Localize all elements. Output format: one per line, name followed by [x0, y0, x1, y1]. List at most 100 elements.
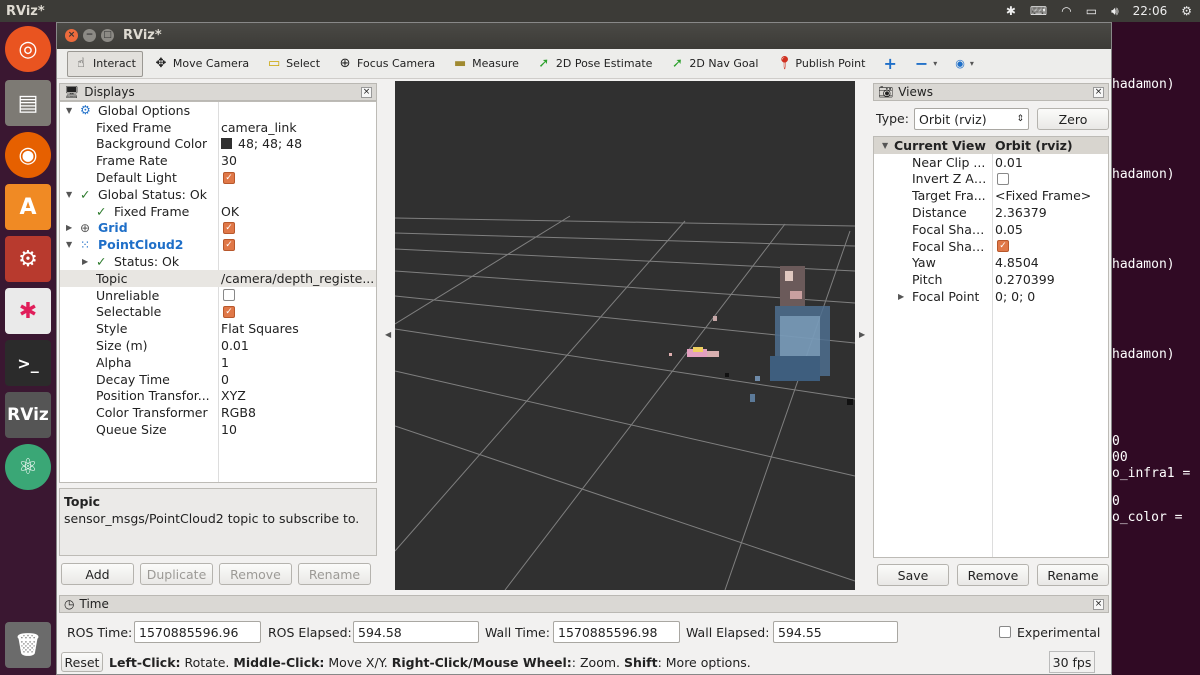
ros-time-field[interactable]: 1570885596.96: [134, 621, 261, 643]
view-eye-icon[interactable]: ◉ ▾: [948, 51, 981, 77]
display-row[interactable]: Decay Time 0: [60, 371, 376, 388]
collapse-left-icon[interactable]: ◀: [385, 330, 391, 339]
display-row[interactable]: Topic/camera/depth_registe...: [60, 269, 376, 287]
close-panel-icon[interactable]: ×: [1093, 86, 1104, 98]
view-property-row[interactable]: Focal Shap... 0.05: [874, 221, 1108, 238]
terminal-icon[interactable]: >_: [5, 340, 51, 386]
property-checkbox[interactable]: ✓: [997, 240, 1009, 253]
minimize-window-icon[interactable]: −: [83, 29, 96, 42]
display-row[interactable]: Color Transformer RGB8: [60, 404, 376, 421]
view-property-row[interactable]: Target Fra... <Fixed Frame>: [874, 187, 1108, 204]
display-row[interactable]: Position Transfor... XYZ: [60, 388, 376, 405]
wall-time-field[interactable]: 1570885596.98: [553, 621, 680, 643]
expand-icon[interactable]: ▼: [66, 190, 72, 199]
remove-tool-minus-icon[interactable]: − ▾: [908, 51, 944, 77]
display-row[interactable]: ▼ ⁙ PointCloud2 ✓: [60, 236, 376, 253]
atom-icon[interactable]: ⚛: [5, 444, 51, 490]
display-row[interactable]: ▶ ⊕ Grid ✓: [60, 220, 376, 237]
volume-icon[interactable]: 🔊︎: [1111, 4, 1119, 19]
view-property-row[interactable]: Distance 2.36379: [874, 204, 1108, 221]
clock[interactable]: 22:06: [1133, 4, 1168, 18]
close-panel-icon[interactable]: ×: [1093, 598, 1104, 610]
power-gear-icon[interactable]: ⚙: [1181, 4, 1192, 18]
remove-display-button[interactable]: Remove: [219, 563, 292, 585]
display-row[interactable]: Fixed Frame camera_link: [60, 119, 376, 136]
reset-button[interactable]: Reset: [61, 652, 103, 672]
display-row[interactable]: ✓ Fixed Frame OK: [60, 203, 376, 220]
pose-estimate-tool[interactable]: ➚ 2D Pose Estimate: [530, 51, 660, 77]
nav-goal-tool[interactable]: ➚ 2D Nav Goal: [663, 51, 765, 77]
enabled-checkbox[interactable]: ✓: [223, 221, 235, 234]
measure-tool[interactable]: ▬ Measure: [446, 51, 526, 77]
focus-camera-tool[interactable]: ⊕ Focus Camera: [331, 51, 442, 77]
wifi-icon[interactable]: ◠: [1061, 4, 1071, 18]
display-row[interactable]: Unreliable: [60, 287, 376, 304]
rviz-icon[interactable]: RViz: [5, 392, 51, 438]
zero-button[interactable]: Zero: [1037, 108, 1109, 130]
wall-elapsed-field[interactable]: 594.55: [773, 621, 898, 643]
view-property-row[interactable]: Focal Shap... ✓: [874, 238, 1108, 255]
enabled-checkbox[interactable]: [223, 289, 235, 302]
app-menu-title[interactable]: RViz*: [6, 4, 45, 19]
battery-icon[interactable]: ▭: [1086, 4, 1097, 18]
view-property-row[interactable]: Invert Z Axis: [874, 171, 1108, 188]
slack-icon[interactable]: ✱: [5, 288, 51, 334]
expand-icon[interactable]: ▶: [898, 292, 904, 301]
ros-elapsed-field[interactable]: 594.58: [353, 621, 479, 643]
add-tool-plus-icon[interactable]: +: [876, 51, 903, 77]
view-property-row[interactable]: Yaw 4.8504: [874, 255, 1108, 272]
remove-view-button[interactable]: Remove: [957, 564, 1029, 586]
view-type-select[interactable]: Orbit (rviz) ⇕: [914, 108, 1029, 130]
expand-icon[interactable]: ▶: [66, 223, 72, 232]
green-arrow-icon: ➚: [538, 56, 550, 71]
collapse-right-icon[interactable]: ▶: [859, 330, 865, 339]
display-row[interactable]: Background Color 48; 48; 48: [60, 136, 376, 153]
experimental-checkbox[interactable]: [999, 626, 1011, 638]
display-row[interactable]: ▶ ✓ Status: Ok: [60, 253, 376, 270]
ubuntu-home-icon[interactable]: ◎: [5, 26, 51, 72]
window-titlebar[interactable]: × − □ RViz*: [57, 23, 1111, 49]
slack-tray-icon[interactable]: ✱: [1006, 4, 1016, 18]
expand-icon[interactable]: ▼: [66, 240, 72, 249]
enabled-checkbox[interactable]: ✓: [223, 238, 235, 251]
maximize-window-icon[interactable]: □: [101, 29, 114, 42]
display-row[interactable]: Selectable ✓: [60, 304, 376, 321]
expand-icon[interactable]: ▼: [882, 141, 888, 150]
display-row[interactable]: Size (m) 0.01: [60, 337, 376, 354]
expand-icon[interactable]: ▼: [66, 106, 72, 115]
view-property-row[interactable]: Pitch 0.270399: [874, 271, 1108, 288]
software-center-icon[interactable]: A: [5, 184, 51, 230]
expand-icon[interactable]: ▶: [82, 257, 88, 266]
property-checkbox[interactable]: [997, 172, 1009, 185]
keyboard-icon[interactable]: ⌨: [1030, 4, 1047, 18]
enabled-checkbox[interactable]: ✓: [223, 305, 235, 318]
duplicate-display-button[interactable]: Duplicate: [140, 563, 213, 585]
firefox-icon[interactable]: ◉: [5, 132, 51, 178]
rename-display-button[interactable]: Rename: [298, 563, 371, 585]
close-window-icon[interactable]: ×: [65, 29, 78, 42]
display-row[interactable]: Queue Size 10: [60, 421, 376, 438]
files-icon[interactable]: ▤: [5, 80, 51, 126]
close-panel-icon[interactable]: ×: [361, 86, 372, 98]
display-row[interactable]: ▼ ⚙ Global Options: [60, 102, 376, 119]
display-row[interactable]: Frame Rate 30: [60, 152, 376, 169]
save-view-button[interactable]: Save: [877, 564, 949, 586]
display-row[interactable]: Alpha 1: [60, 354, 376, 371]
trash-icon[interactable]: 🗑︎: [5, 622, 51, 668]
view-property-row[interactable]: ▶ Focal Point 0; 0; 0: [874, 288, 1108, 305]
enabled-checkbox[interactable]: ✓: [223, 171, 235, 184]
current-view-header[interactable]: ▼ Current View Orbit (rviz): [874, 137, 1108, 154]
settings-icon[interactable]: ⚙: [5, 236, 51, 282]
color-swatch[interactable]: [221, 138, 232, 150]
3d-viewport[interactable]: [395, 81, 855, 590]
interact-tool[interactable]: ☝ Interact: [67, 50, 143, 77]
view-property-row[interactable]: Near Clip ... 0.01: [874, 154, 1108, 171]
display-row[interactable]: ▼ ✓ Global Status: Ok: [60, 186, 376, 203]
move-camera-tool[interactable]: ✥ Move Camera: [147, 51, 256, 77]
add-display-button[interactable]: Add: [61, 563, 134, 585]
rename-view-button[interactable]: Rename: [1037, 564, 1109, 586]
display-row[interactable]: Style Flat Squares: [60, 320, 376, 337]
publish-point-tool[interactable]: 📍︎ Publish Point: [769, 51, 872, 77]
select-tool[interactable]: ▭ Select: [260, 51, 327, 77]
display-row[interactable]: Default Light ✓: [60, 169, 376, 186]
